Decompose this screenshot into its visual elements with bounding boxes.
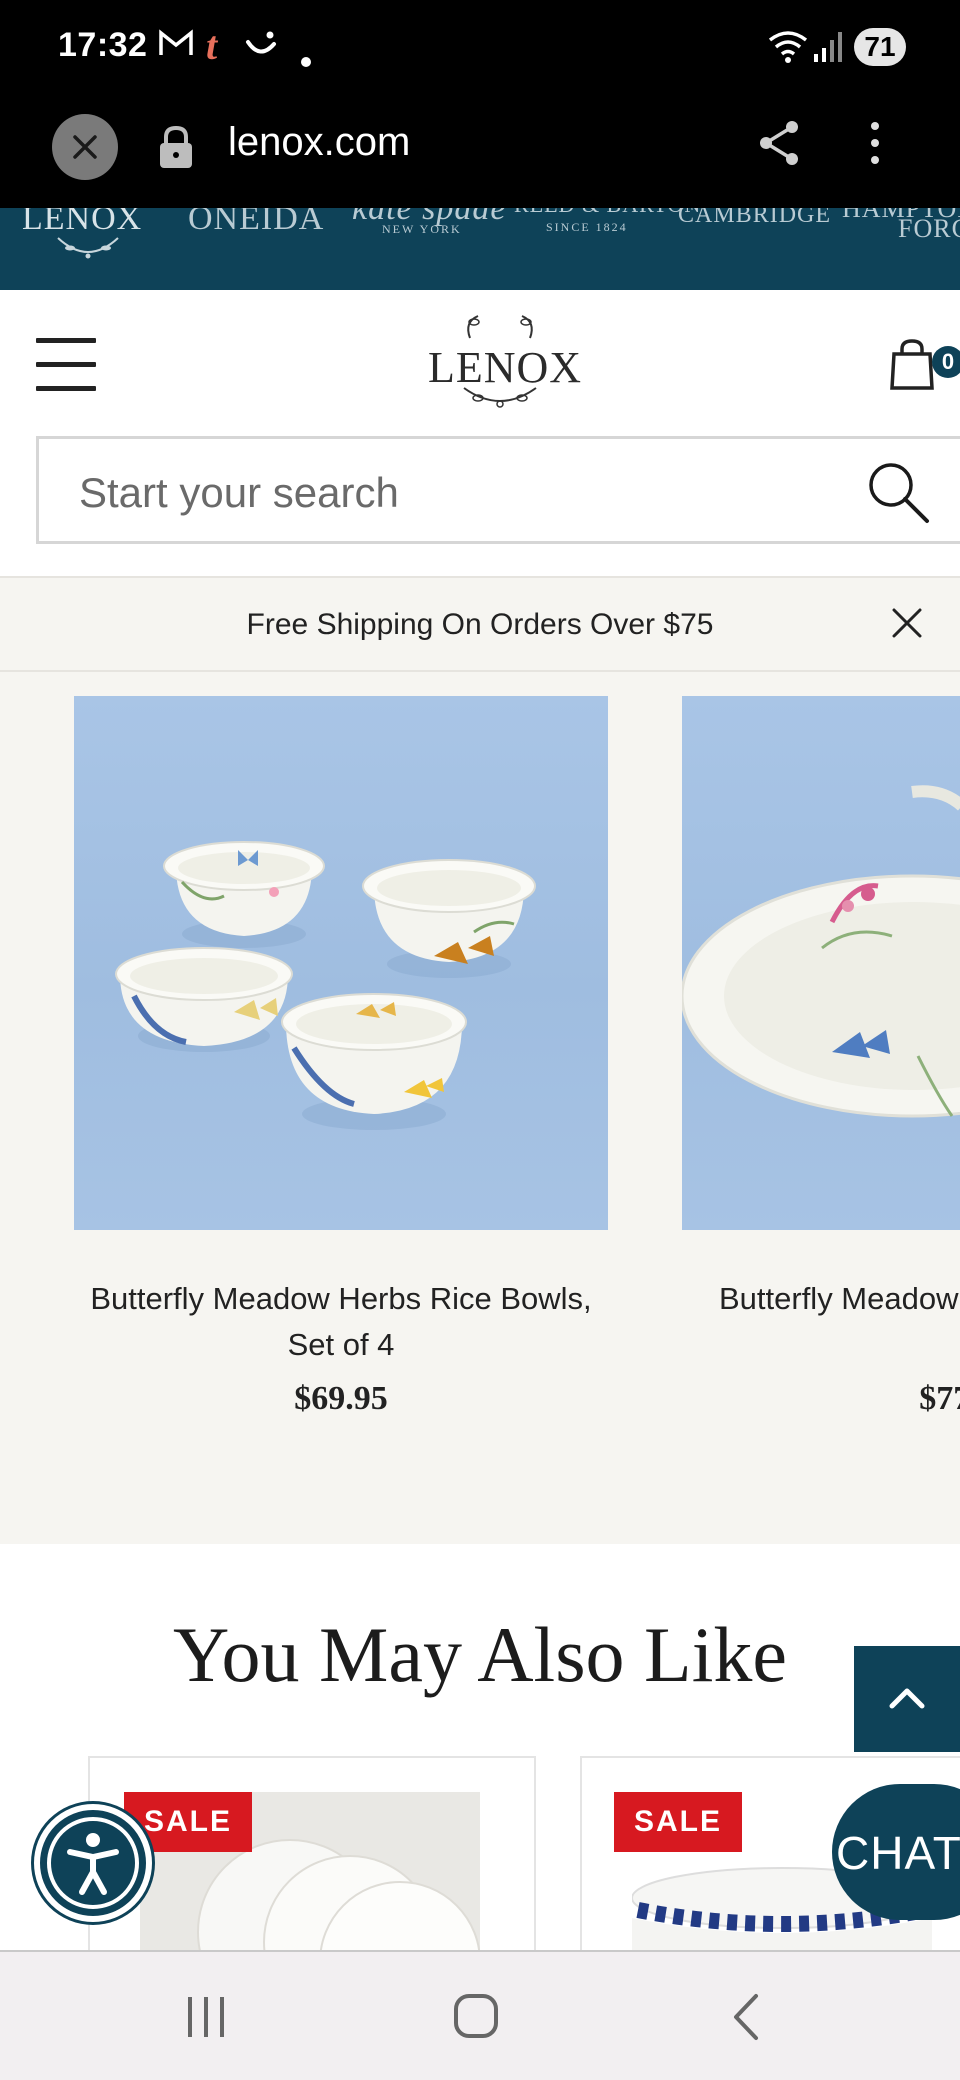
search-icon[interactable] <box>865 459 931 530</box>
battery-indicator: 71 <box>854 28 906 66</box>
wifi-icon <box>768 30 808 73</box>
accessibility-icon <box>47 1817 139 1909</box>
recommendation-card[interactable]: SALE <box>88 1756 536 1950</box>
system-nav-bar <box>0 1950 960 2080</box>
logo-laurel-bottom <box>463 387 537 408</box>
product-price: $69.95 <box>294 1380 388 1417</box>
brand-kate-spade-sub: NEW YORK <box>382 222 462 236</box>
close-icon[interactable] <box>888 604 926 647</box>
brand-oneida[interactable]: ONEIDA <box>188 208 324 238</box>
sale-badge: SALE <box>614 1792 742 1852</box>
lock-icon[interactable] <box>156 124 196 175</box>
accessibility-button[interactable] <box>34 1804 152 1922</box>
site-header: LENOX 0 <box>0 290 960 430</box>
brand-strip: LENOX ONEIDA kate spade NEW YORK REED & … <box>0 208 960 290</box>
signal-icon <box>812 30 842 73</box>
search-input[interactable] <box>79 465 839 521</box>
promo-text: Free Shipping On Orders Over $75 <box>246 608 714 641</box>
close-tab-button[interactable] <box>52 114 118 180</box>
smile-icon <box>244 30 280 69</box>
shopping-bag-icon[interactable] <box>890 338 934 395</box>
back-to-top-button[interactable] <box>854 1646 960 1752</box>
more-options-icon[interactable] <box>860 118 890 173</box>
laurel-icon <box>57 237 119 259</box>
brand-reed-barton-sub: SINCE 1824 <box>546 220 628 234</box>
product-image[interactable] <box>74 696 608 1230</box>
brand-cambridge[interactable]: CAMBRIDGE <box>678 208 831 229</box>
browser-toolbar: lenox.com <box>0 98 960 208</box>
section-title: You May Also Like <box>173 1611 787 1698</box>
back-icon[interactable] <box>728 1992 764 2047</box>
lenox-logo[interactable]: LENOX <box>420 312 581 412</box>
brand-hampton-sub: FORGE <box>898 214 960 243</box>
share-icon[interactable] <box>756 118 802 173</box>
serving-bowl-image <box>682 785 960 1118</box>
product-price: $77. <box>919 1380 960 1417</box>
chevron-up-icon <box>889 1688 925 1709</box>
recents-icon[interactable] <box>184 1994 228 2045</box>
product-name[interactable]: Butterfly Meadow Herbs Rice Bowls, Set o… <box>74 1276 608 1368</box>
close-icon <box>73 135 97 159</box>
chat-button[interactable]: CHAT <box>832 1784 960 1920</box>
gmail-icon <box>158 28 194 67</box>
rice-bowls-image <box>115 841 536 1130</box>
home-icon[interactable] <box>452 1992 500 2045</box>
dot-icon <box>300 38 312 77</box>
product-carousel: Butterfly Meadow Herbs Rice Bowls, Set o… <box>0 672 960 1544</box>
product-image[interactable] <box>682 696 960 1230</box>
promo-banner: Free Shipping On Orders Over $75 <box>0 576 960 672</box>
brand-reed-barton[interactable]: REED & BARTON <box>514 208 701 218</box>
chat-label: CHAT <box>836 1827 960 1879</box>
menu-icon[interactable] <box>36 338 96 392</box>
cart-count-badge: 0 <box>932 346 960 378</box>
clock: 17:32 <box>58 26 148 64</box>
tumblr-icon: t <box>206 23 218 68</box>
logo-laurel-top <box>467 315 533 339</box>
search-box <box>36 436 960 544</box>
product-name[interactable]: Butterfly Meadow Herbs Bowls, S <box>682 1276 960 1322</box>
status-bar: 17:32 t 71 <box>0 0 960 98</box>
url-bar[interactable]: lenox.com <box>228 120 410 165</box>
